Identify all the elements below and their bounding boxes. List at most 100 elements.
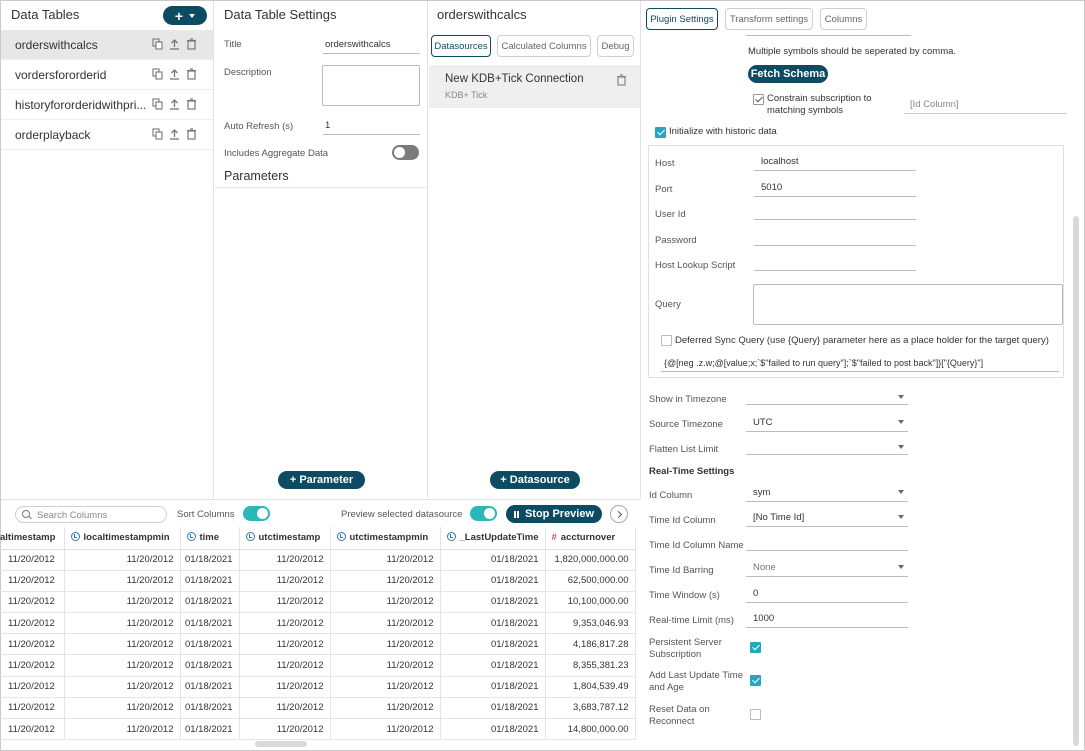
data-table-item[interactable]: orderplayback: [1, 120, 213, 150]
add-table-button[interactable]: +: [163, 6, 207, 25]
persistent-checkbox[interactable]: [750, 642, 761, 653]
table-row[interactable]: 11/20/2012 11/20/2012 01/18/2021 11/20/2012…: [0, 549, 636, 571]
table-row[interactable]: 11/20/2012 11/20/2012 01/18/2021 11/20/2012…: [0, 697, 636, 720]
upload-icon[interactable]: [169, 38, 180, 50]
flatten-label: Flatten List Limit: [649, 444, 719, 455]
sort-columns-toggle[interactable]: [243, 506, 270, 521]
table-cell: 11/20/2012: [64, 718, 181, 741]
search-columns-input[interactable]: Search Columns: [15, 506, 167, 523]
table-cell: 01/18/2021: [440, 654, 546, 677]
table-cell: 11/20/2012: [64, 654, 181, 677]
user-id-label: User Id: [655, 209, 686, 220]
parameters-heading: Parameters: [224, 169, 289, 183]
scrollbar[interactable]: [1073, 216, 1079, 746]
deferred-query-input[interactable]: {@[neg .z.w;@[value;x;`$"failed to run q…: [661, 358, 1059, 372]
deferred-checkbox[interactable]: [661, 335, 672, 346]
column-header[interactable]: # accturnover: [545, 527, 636, 550]
data-table-name: vordersfororderid: [15, 67, 107, 82]
tab-debug[interactable]: Debug: [597, 35, 634, 57]
data-table-item[interactable]: historyfororderidwithpri...: [1, 90, 213, 120]
description-textarea[interactable]: [322, 65, 420, 106]
preview-toggle[interactable]: [470, 506, 497, 521]
source-timezone-select[interactable]: UTC: [746, 417, 908, 432]
tab-plugin-settings[interactable]: Plugin Settings: [646, 8, 718, 30]
host-input[interactable]: localhost: [754, 156, 916, 171]
table-row[interactable]: 11/20/2012 11/20/2012 01/18/2021 11/20/2012…: [0, 718, 636, 741]
add-parameter-button[interactable]: + Parameter: [278, 471, 365, 489]
column-header-label: time: [199, 532, 220, 544]
trash-icon[interactable]: [186, 128, 197, 140]
host-lookup-input[interactable]: [754, 259, 916, 271]
datasource-item[interactable]: New KDB+Tick Connection KDB+ Tick: [429, 65, 640, 108]
add-datasource-button[interactable]: + Datasource: [490, 471, 580, 489]
next-button[interactable]: [610, 505, 628, 523]
table-settings-panel: Data Table Settings Title orderswithcalc…: [215, 1, 428, 498]
time-id-name-input[interactable]: [746, 538, 908, 551]
table-row[interactable]: 11/20/2012 11/20/2012 01/18/2021 11/20/2012…: [0, 676, 636, 698]
column-header[interactable]: time: [180, 527, 240, 550]
query-textarea[interactable]: [753, 284, 1063, 325]
trash-icon[interactable]: [186, 38, 197, 50]
copy-icon[interactable]: [152, 38, 163, 50]
init-historic-label: Initialize with historic data: [669, 126, 777, 137]
field-underline: [746, 35, 911, 36]
init-historic-checkbox[interactable]: [655, 127, 666, 138]
trash-icon[interactable]: [186, 68, 197, 80]
barring-value: None: [753, 562, 776, 573]
column-header[interactable]: utctimestamp: [239, 527, 331, 550]
fetch-schema-button[interactable]: Fetch Schema: [748, 65, 828, 83]
horizontal-scrollbar[interactable]: [255, 741, 307, 747]
tab-transform-settings[interactable]: Transform settings: [725, 8, 813, 30]
aggregate-toggle[interactable]: [392, 145, 419, 160]
tab-calculated-columns[interactable]: Calculated Columns: [497, 35, 591, 57]
trash-icon[interactable]: [186, 98, 197, 110]
tab-columns[interactable]: Columns: [820, 8, 867, 30]
data-table-name: historyfororderidwithpri...: [15, 97, 147, 112]
table-cell: 11/20/2012: [0, 676, 65, 698]
copy-icon[interactable]: [152, 128, 163, 140]
id-column-input[interactable]: [Id Column]: [904, 99, 1067, 114]
table-row[interactable]: 11/20/2012 11/20/2012 01/18/2021 11/20/2012…: [0, 591, 636, 614]
upload-icon[interactable]: [169, 98, 180, 110]
auto-refresh-input[interactable]: 1: [323, 120, 420, 135]
upload-icon[interactable]: [169, 128, 180, 140]
password-input[interactable]: [754, 234, 916, 246]
auto-refresh-label: Auto Refresh (s): [224, 121, 294, 132]
barring-select[interactable]: None: [746, 562, 908, 577]
plugin-settings-panel: Plugin Settings Transform settings Colum…: [642, 1, 1083, 749]
flatten-select[interactable]: [746, 442, 908, 455]
search-placeholder: Search Columns: [37, 510, 108, 521]
time-id-select[interactable]: [No Time Id]: [746, 512, 908, 527]
table-cell: 01/18/2021: [180, 633, 240, 656]
trash-icon[interactable]: [616, 74, 627, 86]
id-column-select[interactable]: sym: [746, 487, 908, 502]
title-input[interactable]: orderswithcalcs: [323, 39, 420, 54]
column-header[interactable]: altimestamp: [0, 527, 65, 550]
table-cell: 01/18/2021: [440, 591, 546, 614]
table-row[interactable]: 11/20/2012 11/20/2012 01/18/2021 11/20/2012…: [0, 570, 636, 592]
copy-icon[interactable]: [152, 68, 163, 80]
time-window-input[interactable]: 0: [746, 588, 908, 603]
user-id-input[interactable]: [754, 208, 916, 220]
copy-icon[interactable]: [152, 98, 163, 110]
data-table-item[interactable]: vordersfororderid: [1, 60, 213, 90]
column-header[interactable]: localtimestampmin: [64, 527, 181, 550]
stop-preview-button[interactable]: Stop Preview: [506, 505, 602, 523]
realtime-limit-input[interactable]: 1000: [746, 613, 908, 628]
constrain-checkbox[interactable]: [753, 94, 764, 105]
table-cell: 11/20/2012: [239, 697, 331, 720]
upload-icon[interactable]: [169, 68, 180, 80]
table-row[interactable]: 11/20/2012 11/20/2012 01/18/2021 11/20/2012…: [0, 633, 636, 656]
port-input[interactable]: 5010: [754, 182, 916, 197]
add-last-checkbox[interactable]: [750, 675, 761, 686]
data-table-item[interactable]: orderswithcalcs: [1, 30, 213, 60]
tab-datasources[interactable]: Datasources: [431, 35, 491, 57]
chevron-right-icon: [614, 510, 622, 518]
show-timezone-select[interactable]: [746, 392, 908, 405]
reset-checkbox[interactable]: [750, 709, 761, 720]
table-cell: 01/18/2021: [180, 570, 240, 592]
column-header[interactable]: utctimestampmin: [330, 527, 441, 550]
table-row[interactable]: 11/20/2012 11/20/2012 01/18/2021 11/20/2012…: [0, 654, 636, 677]
table-row[interactable]: 11/20/2012 11/20/2012 01/18/2021 11/20/2012…: [0, 612, 636, 635]
column-header[interactable]: _LastUpdateTime: [440, 527, 546, 550]
